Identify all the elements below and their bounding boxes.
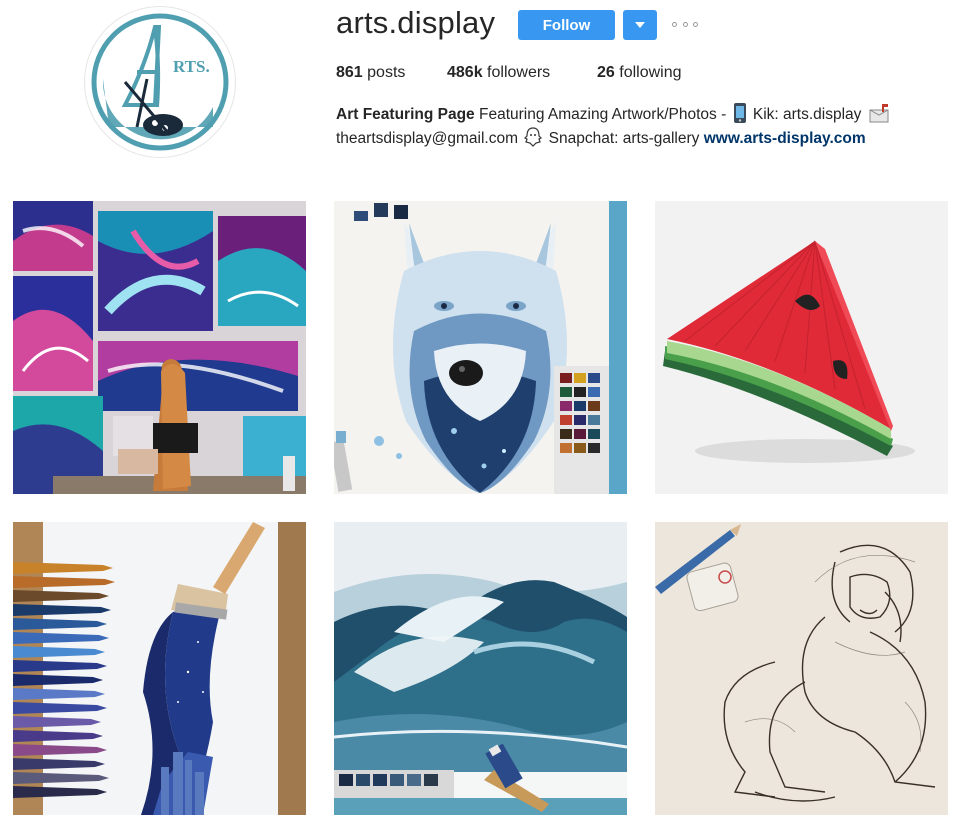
post-image-ocean-wave: [334, 522, 627, 815]
posts-stat: 861 posts: [336, 64, 405, 82]
bio-line-1: Art Featuring Page Featuring Amazing Art…: [336, 103, 936, 127]
followers-stat[interactable]: 486k followers: [447, 64, 550, 82]
ellipsis-icon: [693, 21, 698, 27]
snapchat-ghost-icon: [524, 127, 543, 147]
post-tile-1[interactable]: [13, 201, 306, 494]
following-stat[interactable]: 26 following: [597, 64, 682, 82]
bio-line-2: theartsdisplay@gmail.com Snapchat: arts-…: [336, 127, 936, 151]
post-tile-2[interactable]: [334, 201, 627, 494]
followers-count: 486k: [447, 64, 483, 81]
post-tile-4[interactable]: [13, 522, 306, 815]
svg-text:ISPLAY: ISPLAY: [161, 80, 222, 99]
follow-options-button[interactable]: [623, 10, 657, 40]
bio-email: theartsdisplay@gmail.com: [336, 130, 518, 147]
profile-avatar[interactable]: RTS. ISPLAY: [84, 6, 236, 158]
bio-snapchat: Snapchat: arts-gallery: [548, 130, 700, 147]
chevron-down-icon: [635, 22, 645, 28]
more-options-button[interactable]: [672, 17, 698, 31]
mobile-phone-icon: [733, 103, 746, 123]
bio-kik: Kik: arts.display: [752, 106, 862, 123]
svg-text:RTS.: RTS.: [173, 57, 210, 76]
followers-label: followers: [487, 64, 551, 81]
post-image-abstract-paintings: [13, 201, 306, 494]
post-tile-6[interactable]: [655, 522, 948, 815]
bio-website-link[interactable]: www.arts-display.com: [704, 130, 866, 147]
post-image-paper-watermelon: [655, 201, 948, 494]
bio-description: Featuring Amazing Artwork/Photos -: [478, 106, 727, 123]
profile-header: RTS. ISPLAY arts.display Follow 861 post…: [0, 0, 960, 170]
post-image-brush-city-drawing: [13, 522, 306, 815]
mailbox-icon: [869, 104, 889, 123]
post-image-wolf-watercolor: [334, 201, 627, 494]
bio-name: Art Featuring Page: [336, 106, 475, 123]
arts-display-logo: RTS. ISPLAY: [86, 8, 234, 156]
follow-button[interactable]: Follow: [518, 10, 615, 40]
ellipsis-icon: [672, 21, 677, 27]
post-tile-5[interactable]: [334, 522, 627, 815]
ellipsis-icon: [682, 21, 688, 27]
post-tile-3[interactable]: [655, 201, 948, 494]
following-label: following: [619, 64, 682, 81]
profile-bio: Art Featuring Page Featuring Amazing Art…: [336, 103, 936, 151]
posts-label: posts: [367, 64, 406, 81]
post-image-pencil-sketch: [655, 522, 948, 815]
following-count: 26: [597, 64, 615, 81]
posts-count: 861: [336, 64, 363, 81]
profile-username: arts.display: [336, 5, 496, 40]
